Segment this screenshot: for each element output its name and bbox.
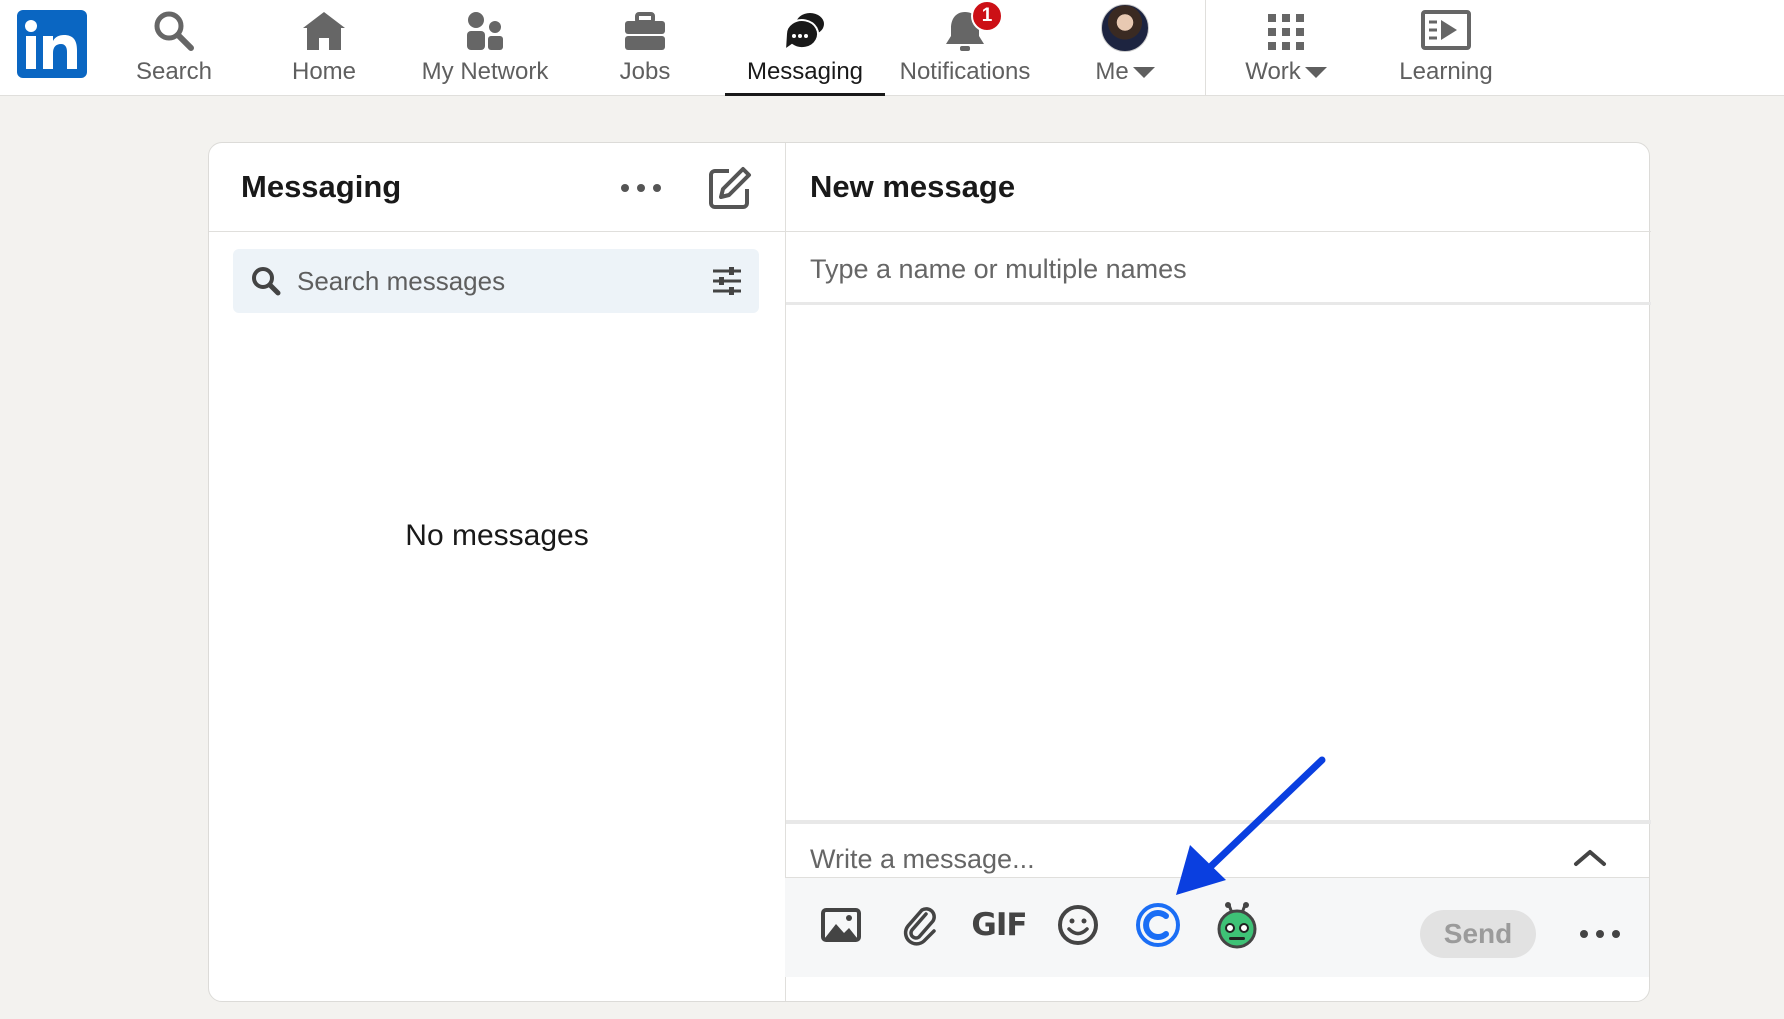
nav-messaging[interactable]: Messaging [725,0,885,96]
bell-icon: 1 [935,0,1003,58]
attach-image-button[interactable] [816,900,866,950]
nav-me-label-wrap: Me [1095,58,1155,86]
network-icon [455,0,515,58]
image-icon [821,908,861,942]
compose-message-button[interactable] [707,165,753,211]
chevron-down-icon [1132,66,1155,78]
avatar [1101,4,1149,52]
nav-jobs[interactable]: Jobs [570,0,720,96]
compose-icon [709,167,751,209]
nav-work[interactable]: Work [1211,0,1361,96]
gif-button[interactable]: GIF [971,900,1027,950]
gif-label: GIF [971,907,1027,943]
calendly-icon [1136,903,1180,947]
nav-work-label-wrap: Work [1245,58,1327,86]
nav-home-label: Home [291,58,357,85]
briefcase-icon [615,0,675,58]
nav-search[interactable]: Search [99,0,249,96]
messaging-icon [775,0,835,58]
nav-notifications[interactable]: 1 Notifications [890,0,1040,96]
avatar-wrapper [1095,0,1155,58]
robot-extension-button[interactable] [1212,900,1262,950]
more-horizontal-icon [1580,930,1620,938]
nav-me[interactable]: Me [1050,0,1200,96]
compose-more-options-button[interactable] [1575,917,1625,951]
messaging-card: Messaging No messages New [208,142,1651,1002]
new-message-pane: New message [785,143,1651,1001]
nav-home[interactable]: Home [249,0,399,96]
new-message-title: New message [810,169,1016,204]
nav-jobs-label: Jobs [619,58,671,85]
recipient-input[interactable] [810,233,1610,305]
chevron-up-icon [1574,850,1606,866]
filter-icon[interactable] [711,265,743,297]
robot-icon [1217,902,1257,949]
more-horizontal-icon [621,184,661,192]
nav-divider [1205,0,1206,96]
chevron-down-icon [1304,66,1327,78]
top-navigation-bar: Search Home My Network Jobs Messaging 1 … [0,0,1784,96]
home-icon [294,0,354,58]
emoji-button[interactable] [1053,900,1103,950]
emoji-icon [1058,905,1098,945]
message-thread-area [786,308,1651,820]
recipient-field [786,233,1651,305]
nav-my-network-label: My Network [421,58,549,85]
attach-file-button[interactable] [895,900,945,950]
grid-icon [1256,0,1316,58]
search-icon [144,0,204,58]
messaging-header: Messaging [209,143,785,232]
nav-learning-label: Learning [1399,58,1493,85]
nav-search-label: Search [135,58,213,85]
send-button[interactable]: Send [1420,910,1536,958]
empty-state-text: No messages [405,519,589,552]
paperclip-icon [903,907,936,946]
search-icon [252,267,281,296]
messaging-more-options-button[interactable] [617,171,665,205]
nav-learning[interactable]: Learning [1371,0,1521,96]
linkedin-logo[interactable] [17,10,87,78]
calendly-extension-button[interactable] [1133,900,1183,950]
conversation-list-pane: Messaging No messages [209,143,785,1001]
learning-icon [1416,0,1476,58]
search-messages-input[interactable] [297,249,697,313]
new-message-header: New message [786,143,1651,232]
search-messages-box [233,249,759,313]
nav-notifications-label: Notifications [899,58,1031,85]
nav-me-label: Me [1095,58,1129,85]
messaging-title: Messaging [241,169,402,204]
nav-my-network[interactable]: My Network [410,0,560,96]
nav-messaging-label: Messaging [746,58,864,85]
nav-work-label: Work [1245,58,1301,85]
notification-count-badge: 1 [971,0,1003,32]
